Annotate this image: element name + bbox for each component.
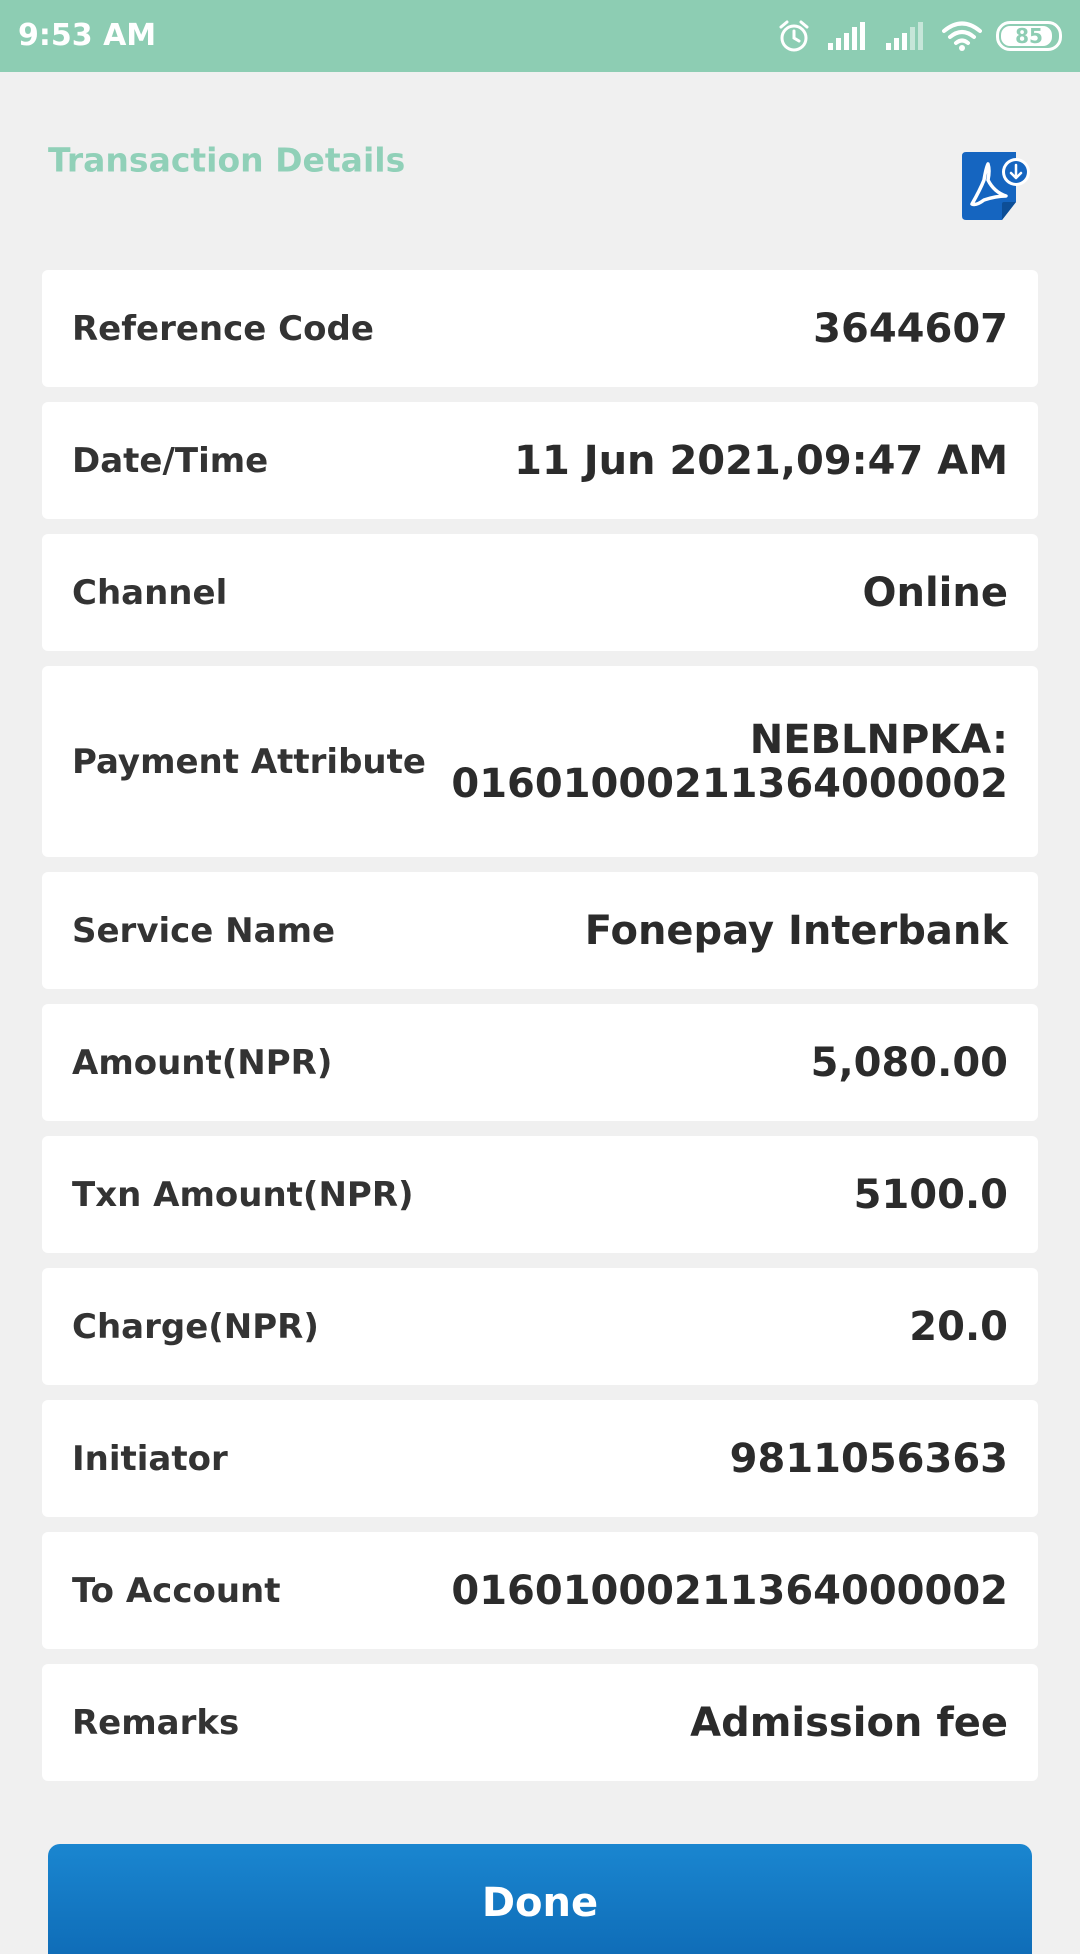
detail-row-charge: Charge(NPR) 20.0 [42,1268,1038,1385]
detail-row-channel: Channel Online [42,534,1038,651]
detail-row-date-time: Date/Time 11 Jun 2021,09:47 AM [42,402,1038,519]
row-label: Channel [72,572,228,613]
row-value: 9811056363 [729,1435,1008,1482]
transaction-details-list: Reference Code 3644607 Date/Time 11 Jun … [42,270,1038,1796]
row-value-line: 01601000211364000002 [451,760,1008,807]
row-label: Initiator [72,1438,228,1479]
row-label: Reference Code [72,308,374,349]
row-label: Txn Amount(NPR) [72,1174,414,1215]
row-label: Remarks [72,1702,240,1743]
pdf-download-button[interactable] [958,150,1034,226]
row-value: Fonepay Interbank [584,907,1008,954]
row-label: Service Name [72,910,336,951]
detail-row-remarks: Remarks Admission fee [42,1664,1038,1781]
wifi-icon [942,20,982,52]
row-value: 3644607 [813,305,1008,352]
detail-row-to-account: To Account 01601000211364000002 [42,1532,1038,1649]
status-icons: 85 [776,0,1062,72]
detail-row-amount: Amount(NPR) 5,080.00 [42,1004,1038,1121]
row-value: 20.0 [909,1303,1008,1350]
detail-row-initiator: Initiator 9811056363 [42,1400,1038,1517]
detail-row-reference-code: Reference Code 3644607 [42,270,1038,387]
battery-level: 85 [1015,24,1043,48]
row-label: Payment Attribute [72,741,426,782]
detail-row-payment-attribute: Payment Attribute NEBLNPKA: 016010002113… [42,666,1038,857]
page-title: Transaction Details [48,140,406,180]
battery-icon: 85 [996,21,1062,51]
detail-row-service-name: Service Name Fonepay Interbank [42,872,1038,989]
row-value: Online [862,569,1008,616]
pdf-download-icon [962,152,1030,220]
row-value: NEBLNPKA: 01601000211364000002 [451,718,1008,806]
header: Transaction Details [0,72,1080,262]
row-label: Amount(NPR) [72,1042,333,1083]
detail-row-txn-amount: Txn Amount(NPR) 5100.0 [42,1136,1038,1253]
alarm-icon [776,18,812,54]
row-label: To Account [72,1570,281,1611]
done-button[interactable]: Done [48,1844,1032,1954]
row-value: 5,080.00 [810,1039,1008,1086]
status-bar: 9:53 AM 85 [0,0,1080,72]
status-time: 9:53 AM [18,18,157,53]
row-value: 11 Jun 2021,09:47 AM [514,437,1008,484]
signal-icon [826,21,870,51]
row-value: Admission fee [690,1699,1008,1746]
row-value: 01601000211364000002 [451,1567,1008,1614]
signal-icon [884,21,928,51]
row-label: Date/Time [72,440,269,481]
row-value: 5100.0 [853,1171,1008,1218]
row-value-line: NEBLNPKA: [749,716,1008,763]
row-label: Charge(NPR) [72,1306,319,1347]
